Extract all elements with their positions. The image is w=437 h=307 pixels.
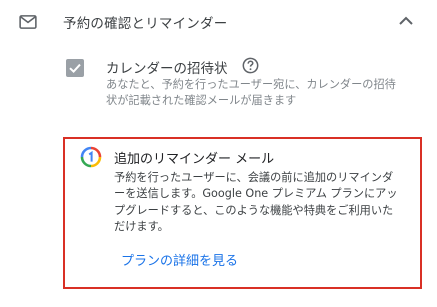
invitation-checkbox[interactable] (66, 59, 84, 77)
plan-details-link[interactable]: プランの詳細を見る (121, 250, 238, 269)
help-icon[interactable] (242, 57, 259, 74)
chevron-up-icon[interactable] (398, 14, 414, 28)
option-description: あなたと、予約を行ったユーザー宛に、カレンダーの招待状が記載された確認メールが届… (106, 78, 396, 107)
promo-description: 予約を行ったユーザーに、会議の前に追加のリマインダーを送信します。Google … (114, 171, 398, 234)
option-title: カレンダーの招待状 (106, 61, 228, 77)
google-one-icon (80, 146, 102, 168)
promo-title: 追加のリマインダー メール (114, 152, 275, 167)
section-title: 予約の確認とリマインダー (63, 16, 228, 32)
mail-icon (19, 15, 37, 29)
checkmark-icon (69, 63, 81, 74)
